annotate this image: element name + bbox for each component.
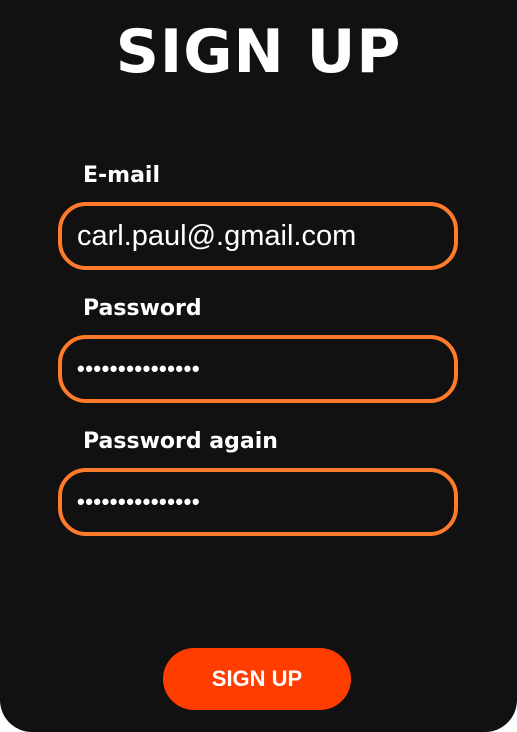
page-title: SIGN UP	[115, 17, 402, 87]
password-label: Password	[83, 296, 202, 321]
email-label: E-mail	[83, 163, 161, 188]
email-field[interactable]: carl.paul@.gmail.com	[58, 202, 458, 270]
sign-up-button[interactable]: SIGN UP	[163, 648, 351, 710]
password-again-field[interactable]: •••••••••••••••	[58, 468, 458, 536]
signup-card: SIGN UP E-mail carl.paul@.gmail.com Pass…	[0, 0, 517, 732]
password-field-value: •••••••••••••••	[77, 356, 201, 381]
email-field-value: carl.paul@.gmail.com	[77, 220, 357, 252]
password-again-field-value: •••••••••••••••	[77, 489, 201, 514]
password-field[interactable]: •••••••••••••••	[58, 335, 458, 403]
password-again-label: Password again	[83, 429, 278, 454]
